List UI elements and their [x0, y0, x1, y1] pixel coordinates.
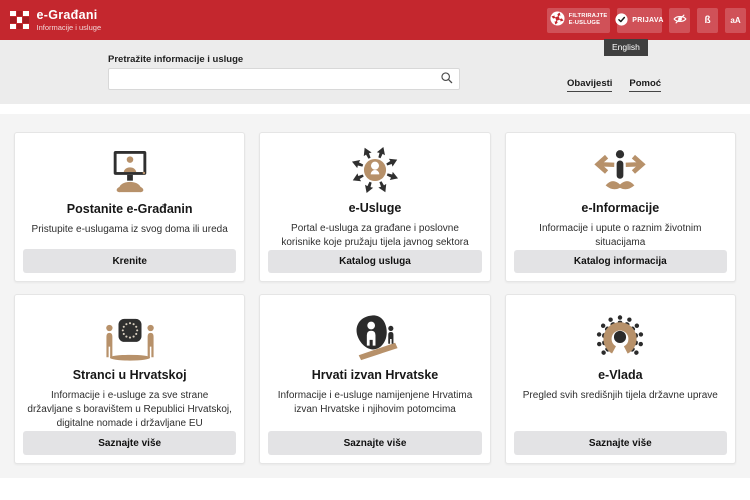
card-title: e-Informacije — [581, 202, 659, 216]
card-title: Postanite e-Građanin — [67, 203, 193, 217]
checkerboard-logo-icon — [10, 11, 29, 30]
cards-row-2: Stranci u Hrvatskoj Informacije i e-uslu… — [14, 294, 736, 464]
assembly-icon — [591, 306, 649, 362]
language-tooltip: English — [604, 39, 648, 56]
card-description: Portal e-usluga za građane i poslovne ko… — [268, 222, 481, 250]
card-description: Informacije i e-usluge namijenjene Hrvat… — [268, 389, 481, 431]
card-title: Hrvati izvan Hrvatske — [312, 369, 438, 383]
eu-flag-people-icon — [101, 306, 159, 362]
filter-button-line1: FILTRIRAJTE — [569, 13, 608, 20]
card-description: Informacije i e-usluge za sve strane drž… — [23, 389, 236, 431]
header: e-Građani Informacije i usluge — [0, 0, 750, 40]
login-button-label: PRIJAVA — [632, 17, 663, 24]
search-input[interactable] — [109, 69, 433, 89]
card-e-vlada: e-Vlada Pregled svih središnjih tijela d… — [505, 294, 736, 464]
filter-eservices-button[interactable]: FILTRIRAJTE E-USLUGE — [547, 8, 610, 33]
filter-button-line2: E-USLUGE — [569, 20, 608, 27]
card-e-usluge: e-Usluge Portal e-usluga za građane i po… — [259, 132, 490, 282]
cards-grid: Postanite e-Građanin Pristupite e-usluga… — [0, 114, 750, 478]
search-submit-button[interactable] — [433, 69, 459, 89]
check-circle-icon — [615, 13, 628, 28]
katalog-usluga-button[interactable]: Katalog usluga — [268, 250, 481, 273]
search-box — [108, 68, 460, 90]
card-description: Pristupite e-uslugama iz svog doma ili u… — [28, 223, 232, 249]
app-subtitle: Informacije i usluge — [37, 24, 102, 32]
diaspora-person-icon — [347, 306, 403, 362]
card-description: Informacije i upute o raznim životnim si… — [514, 222, 727, 250]
saznajte-vise-button[interactable]: Saznajte više — [23, 431, 236, 455]
help-link[interactable]: Pomoć — [629, 78, 661, 92]
quick-links: Obavijesti Pomoć — [567, 78, 661, 92]
card-stranci-u-hrvatskoj: Stranci u Hrvatskoj Informacije i e-uslu… — [14, 294, 245, 464]
app-title: e-Građani — [37, 9, 102, 22]
krenite-button[interactable]: Krenite — [23, 249, 236, 273]
card-e-informacije: e-Informacije Informacije i upute o razn… — [505, 132, 736, 282]
header-actions: FILTRIRAJTE E-USLUGE PRIJAVA — [547, 8, 746, 33]
contrast-toggle-button[interactable] — [669, 8, 690, 33]
inward-arrows-icon — [348, 144, 402, 195]
search-label: Pretražite informacije i usluge — [108, 54, 243, 65]
card-title: e-Usluge — [349, 202, 402, 216]
card-title: Stranci u Hrvatskoj — [73, 369, 187, 383]
login-button[interactable]: PRIJAVA — [617, 8, 662, 33]
notifications-link[interactable]: Obavijesti — [567, 78, 612, 92]
brand-home-link[interactable]: e-Građani Informacije i usluge — [10, 9, 101, 32]
font-size-button[interactable]: aA — [725, 8, 746, 33]
card-description: Pregled svih središnjih tijela državne u… — [519, 389, 722, 431]
search-icon — [440, 71, 453, 87]
card-postanite-e-gradanin: Postanite e-Građanin Pristupite e-usluga… — [14, 132, 245, 282]
info-figure-icon — [593, 144, 647, 195]
font-size-label: aA — [730, 16, 740, 25]
saznajte-vise-button[interactable]: Saznajte više — [514, 431, 727, 455]
saznajte-vise-button[interactable]: Saznajte više — [268, 431, 481, 455]
card-hrvati-izvan-hrvatske: Hrvati izvan Hrvatske Informacije i e-us… — [259, 294, 490, 464]
dyslexia-font-button[interactable]: ß — [697, 8, 718, 33]
pinwheel-circle-icon — [550, 11, 565, 29]
card-title: e-Vlada — [598, 369, 642, 383]
cards-row-1: Postanite e-Građanin Pristupite e-usluga… — [14, 132, 736, 282]
monitor-person-icon — [103, 144, 157, 196]
dyslexia-font-label: ß — [704, 15, 710, 26]
page: e-Građani Informacije i usluge — [0, 0, 750, 500]
katalog-informacija-button[interactable]: Katalog informacija — [514, 250, 727, 273]
eye-slash-icon — [673, 12, 687, 29]
